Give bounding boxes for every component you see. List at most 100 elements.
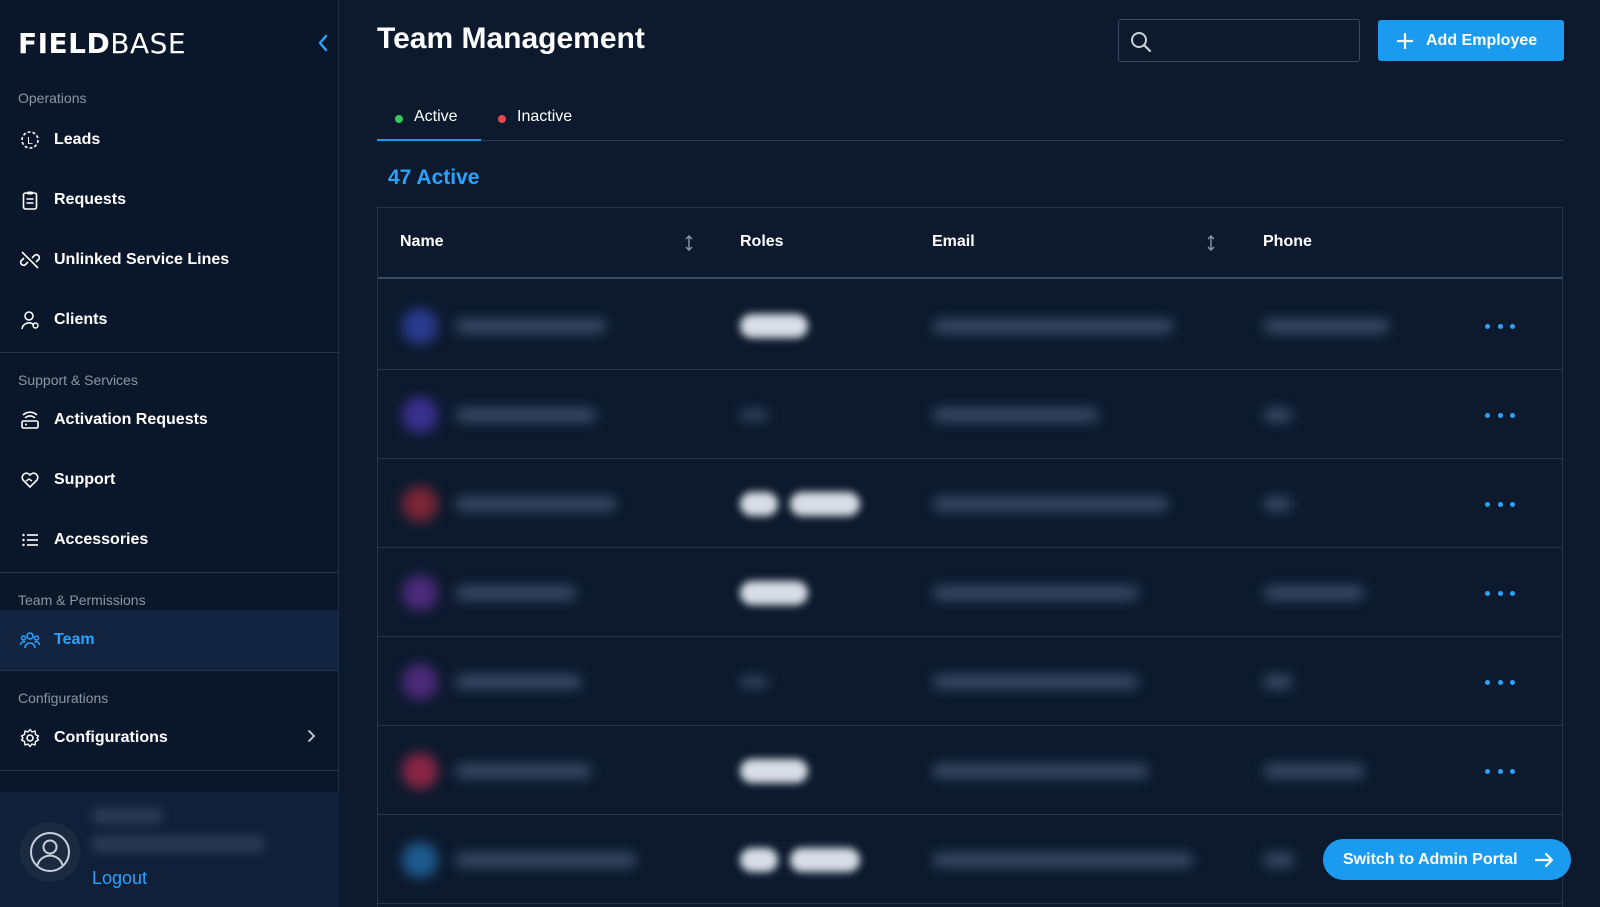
inactive-status-dot (498, 115, 506, 123)
employee-email-redacted (933, 319, 1173, 333)
employee-phone-redacted (1264, 764, 1364, 778)
employee-email-redacted (933, 586, 1138, 600)
row-actions-more-icon[interactable] (1485, 493, 1515, 515)
active-count: 47 Active (388, 166, 480, 189)
section-label-configurations: Configurations (18, 690, 109, 706)
sidebar-item-label: Activation Requests (54, 411, 208, 428)
user-name-redacted (92, 808, 162, 824)
role-badge-redacted (740, 759, 808, 783)
sort-icon[interactable] (1206, 234, 1216, 257)
tab-label: Active (414, 108, 458, 125)
logout-link[interactable]: Logout (92, 868, 147, 889)
switch-portal-label: Switch to Admin Portal (1343, 850, 1518, 868)
employee-name-redacted (456, 675, 581, 689)
user-email-redacted (92, 836, 264, 852)
switch-to-admin-portal-button[interactable]: Switch to Admin Portal (1323, 839, 1571, 880)
employee-phone-redacted (1264, 675, 1292, 689)
sidebar-divider (0, 352, 339, 353)
arrow-right-icon (1534, 852, 1553, 867)
employee-email-redacted (933, 853, 1193, 867)
employee-email-redacted (933, 764, 1148, 778)
sidebar-item-requests[interactable]: Requests (0, 170, 338, 230)
add-employee-button[interactable]: Add Employee (1378, 20, 1564, 61)
employee-avatar (402, 308, 438, 344)
row-actions-more-icon[interactable] (1485, 315, 1515, 337)
row-actions-more-icon[interactable] (1485, 582, 1515, 604)
employee-phone-redacted (1264, 408, 1292, 422)
unlink-icon (20, 250, 40, 270)
section-label-team-permissions: Team & Permissions (18, 592, 146, 608)
section-label-operations: Operations (18, 90, 87, 106)
sidebar-item-label: Clients (54, 311, 108, 328)
employee-email-redacted (933, 408, 1098, 422)
sidebar-divider (0, 670, 339, 671)
column-header-phone: Phone (1263, 233, 1312, 250)
role-badge-redacted (790, 848, 860, 872)
employee-phone-redacted (1264, 853, 1294, 867)
sidebar-item-configurations[interactable]: Configurations (0, 708, 338, 768)
sidebar-item-label: Leads (54, 131, 101, 148)
add-employee-label: Add Employee (1426, 31, 1538, 49)
page-title: Team Management (377, 22, 645, 55)
sidebar-item-label: Requests (54, 191, 127, 208)
collapse-sidebar-button[interactable] (312, 32, 334, 54)
employee-name-redacted (456, 764, 591, 778)
employee-name-redacted (456, 497, 616, 511)
role-badge-redacted (740, 848, 778, 872)
employee-name-redacted (456, 319, 606, 333)
sidebar-item-label: Unlinked Service Lines (54, 251, 230, 268)
employee-name-redacted (456, 853, 636, 867)
plus-icon (1397, 32, 1413, 49)
table-row[interactable] (378, 281, 1562, 370)
sidebar-item-unlinked-service-lines[interactable]: Unlinked Service Lines (0, 230, 338, 290)
row-actions-more-icon[interactable] (1485, 671, 1515, 693)
section-label-support-services: Support & Services (18, 372, 138, 388)
sidebar-item-label: Team (54, 631, 95, 648)
search-box[interactable] (1118, 19, 1360, 62)
gear-icon (20, 728, 40, 748)
sidebar-item-activation-requests[interactable]: Activation Requests (0, 390, 338, 450)
sidebar-item-accessories[interactable]: Accessories (0, 510, 338, 570)
column-header-email[interactable]: Email (932, 233, 975, 251)
search-input[interactable] (1161, 26, 1351, 56)
table-row[interactable] (378, 548, 1562, 637)
sidebar-divider (0, 572, 339, 573)
table-row[interactable] (378, 370, 1562, 459)
list-icon (20, 530, 40, 550)
team-icon (20, 630, 40, 650)
role-badge-redacted (740, 492, 778, 516)
employee-avatar (402, 842, 438, 878)
sidebar-item-label: Support (54, 471, 116, 488)
sidebar-item-team[interactable]: Team (0, 610, 338, 670)
leads-icon: L (20, 130, 40, 150)
avatar[interactable] (20, 822, 80, 882)
table-row[interactable] (378, 726, 1562, 815)
status-tabs: Active Inactive (377, 100, 1563, 141)
row-actions-more-icon[interactable] (1485, 404, 1515, 426)
tab-inactive[interactable]: Inactive (498, 108, 572, 141)
employee-phone-redacted (1264, 586, 1364, 600)
role-badge-redacted (740, 581, 808, 605)
employee-phone-redacted (1264, 497, 1292, 511)
role-badge-redacted (790, 492, 860, 516)
employee-avatar (402, 575, 438, 611)
router-icon (20, 410, 40, 430)
role-badge-redacted (740, 314, 808, 338)
svg-text:L: L (27, 136, 33, 147)
sidebar-item-support[interactable]: Support (0, 450, 338, 510)
column-header-name[interactable]: Name (400, 233, 444, 251)
sort-icon[interactable] (684, 234, 694, 257)
table-header: Name Roles Email Phone (378, 208, 1562, 279)
sidebar: FIELDBASE Operations L Leads Requests Un… (0, 0, 339, 907)
tab-active[interactable]: Active (377, 108, 481, 141)
table-row[interactable] (378, 637, 1562, 726)
row-actions-more-icon[interactable] (1485, 760, 1515, 782)
table-row[interactable] (378, 459, 1562, 548)
sidebar-item-label: Accessories (54, 531, 149, 548)
employee-avatar (402, 664, 438, 700)
sidebar-item-clients[interactable]: Clients (0, 290, 338, 350)
user-circle-icon (30, 832, 70, 872)
sidebar-item-leads[interactable]: L Leads (0, 110, 338, 170)
employees-table: Name Roles Email Phone (377, 207, 1563, 907)
employee-avatar (402, 753, 438, 789)
